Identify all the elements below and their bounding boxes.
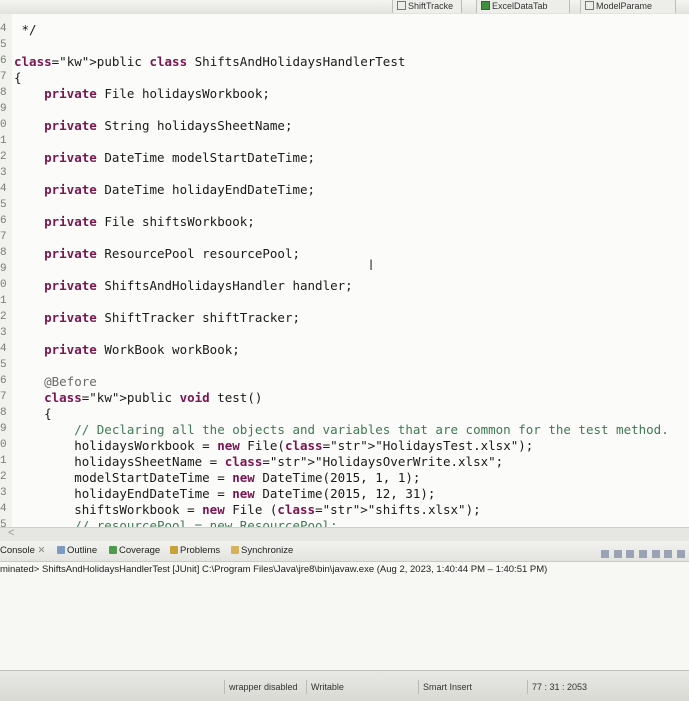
tab-problems[interactable]: Problems	[170, 541, 220, 561]
pin-console-icon[interactable]	[639, 550, 648, 558]
code-line[interactable]: {	[14, 70, 22, 85]
coverage-icon	[109, 546, 117, 554]
line-number: 3	[0, 327, 7, 339]
console-view[interactable]: minated> ShiftsAndHolidaysHandlerTest [J…	[0, 562, 689, 670]
java-file-icon	[585, 1, 594, 10]
line-number: 7	[0, 231, 7, 243]
code-line[interactable]: private DateTime modelStartDateTime;	[14, 150, 315, 165]
views-tab-bar: Console ✕ Outline Coverage Problems Sync…	[0, 541, 689, 562]
editor-tab-bar: ShiftTracke ExcelDataTab ModelParame	[0, 0, 689, 15]
excel-file-icon	[481, 1, 490, 10]
horizontal-scrollbar[interactable]: <	[0, 527, 689, 541]
code-line[interactable]: private ShiftTracker shiftTracker;	[14, 310, 300, 325]
java-file-icon	[397, 1, 406, 10]
code-line[interactable]: holidayEndDateTime = new DateTime(2015, …	[14, 486, 435, 501]
console-toolbar	[599, 546, 685, 558]
code-line[interactable]: {	[14, 406, 52, 421]
remove-launch-icon[interactable]	[613, 550, 622, 558]
code-line[interactable]: private DateTime holidayEndDateTime;	[14, 182, 315, 197]
code-line[interactable]: modelStartDateTime = new DateTime(2015, …	[14, 470, 420, 485]
tab-label: Console	[0, 545, 35, 556]
code-line[interactable]: // Declaring all the objects and variabl…	[14, 422, 669, 437]
line-number: 8	[0, 407, 7, 419]
console-status-line: minated> ShiftsAndHolidaysHandlerTest [J…	[0, 564, 548, 575]
code-line[interactable]: class="kw">public class ShiftsAndHoliday…	[14, 54, 405, 69]
display-console-icon[interactable]	[651, 550, 660, 558]
code-line[interactable]: class="kw">public void test()	[14, 390, 262, 405]
synchronize-icon	[231, 546, 239, 554]
line-number: 4	[0, 343, 7, 355]
code-line[interactable]: private ResourcePool resourcePool;	[14, 246, 300, 261]
line-number: 5	[0, 39, 7, 51]
line-number: 2	[0, 471, 7, 483]
code-editor[interactable]: 4 */ 5 6 class="kw">public class ShiftsAndH…	[0, 14, 689, 547]
tab-coverage[interactable]: Coverage	[109, 541, 160, 561]
tab-label: ExcelDataTab	[492, 1, 548, 11]
tab-label: Synchronize	[241, 545, 294, 556]
line-number: 1	[0, 135, 7, 147]
tab-console[interactable]: Console ✕	[0, 541, 45, 561]
code-line[interactable]: @Before	[14, 374, 97, 389]
tab-modelparame[interactable]: ModelParame	[580, 0, 676, 13]
tab-label: Coverage	[119, 545, 161, 556]
line-number: 6	[0, 215, 7, 227]
line-number: 4	[0, 183, 7, 195]
line-number: 9	[0, 103, 7, 115]
line-number: 7	[0, 391, 7, 403]
scroll-lock-icon[interactable]	[626, 550, 635, 558]
line-number: 7	[0, 71, 7, 83]
line-number: 3	[0, 167, 7, 179]
line-number: 1	[0, 295, 7, 307]
status-cursor-position: 77 : 31 : 2053	[527, 680, 587, 694]
line-number: 2	[0, 311, 7, 323]
terminate-icon[interactable]	[601, 550, 610, 558]
tab-label: ShiftTracke	[408, 1, 454, 11]
tab-label: Problems	[180, 545, 221, 556]
code-line[interactable]: private String holidaysSheetName;	[14, 118, 292, 133]
line-number: 9	[0, 263, 7, 275]
status-writable: Writable	[306, 680, 344, 694]
tab-outline[interactable]: Outline	[57, 541, 97, 561]
line-number: 5	[0, 359, 7, 371]
problems-icon	[170, 546, 178, 554]
code-line[interactable]: holidaysWorkbook = new File(class="str">…	[14, 438, 533, 453]
code-line[interactable]: private ShiftsAndHolidaysHandler handler…	[14, 278, 353, 293]
code-line[interactable]: */	[14, 22, 37, 37]
scroll-left-icon[interactable]: <	[8, 527, 14, 539]
status-wrapper: wrapper disabled	[224, 680, 298, 694]
status-bar: wrapper disabled Writable Smart Insert 7…	[0, 670, 689, 701]
outline-icon	[57, 546, 65, 554]
line-number: 4	[0, 23, 7, 35]
code-line[interactable]: private WorkBook workBook;	[14, 342, 240, 357]
code-line[interactable]: shiftsWorkbook = new File (class="str">"…	[14, 502, 480, 517]
tab-shifttracker[interactable]: ShiftTracke	[392, 0, 462, 13]
line-number: 1	[0, 455, 7, 467]
tab-label: Outline	[67, 545, 98, 556]
line-number: 4	[0, 503, 7, 515]
line-number: 8	[0, 87, 7, 99]
code-line[interactable]: private File shiftsWorkbook;	[14, 214, 255, 229]
line-number: 0	[0, 119, 7, 131]
tab-synchronize[interactable]: Synchronize	[231, 541, 293, 561]
line-number: 6	[0, 375, 7, 387]
close-icon[interactable]: ✕	[38, 545, 46, 556]
line-number: 3	[0, 487, 7, 499]
status-insert-mode: Smart Insert	[418, 680, 472, 694]
line-number: 0	[0, 279, 7, 291]
text-cursor-icon: I	[369, 258, 374, 274]
line-number: 6	[0, 55, 7, 67]
tab-exceldatatab[interactable]: ExcelDataTab	[476, 0, 570, 13]
line-number: 0	[0, 439, 7, 451]
minimize-icon[interactable]	[677, 550, 685, 558]
code-line[interactable]: holidaysSheetName = class="str">"Holiday…	[14, 454, 503, 469]
line-number: 9	[0, 423, 7, 435]
line-number: 8	[0, 247, 7, 259]
line-number: 5	[0, 199, 7, 211]
tab-label: ModelParame	[596, 1, 653, 11]
line-number: 2	[0, 151, 7, 163]
open-console-icon[interactable]	[664, 550, 673, 558]
code-line[interactable]: private File holidaysWorkbook;	[14, 86, 270, 101]
